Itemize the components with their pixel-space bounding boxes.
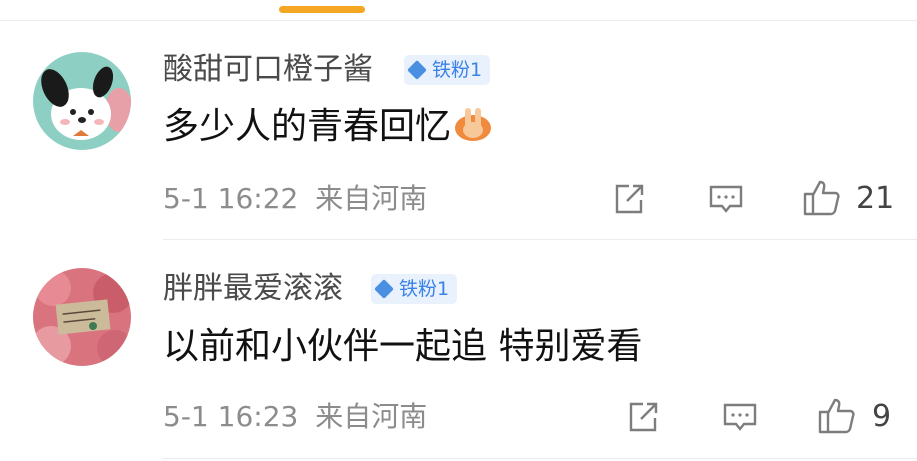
fan-badge[interactable]: 铁粉1 (371, 274, 458, 304)
comment-text-body: 以前和小伙伴一起追 特别爱看 (163, 326, 643, 367)
diamond-icon (374, 279, 394, 299)
share-icon[interactable] (609, 179, 649, 219)
comment-divider (163, 239, 917, 240)
comment-meta: 5-1 16:23 来自河南 (163, 399, 427, 435)
clapping-hands-emoji (453, 106, 493, 156)
badge-label: 铁粉1 (432, 59, 483, 81)
username[interactable]: 酸甜可口橙子酱 (163, 50, 373, 90)
badge-label: 铁粉1 (399, 278, 450, 300)
thumbs-up-icon[interactable] (817, 396, 857, 436)
share-icon[interactable] (623, 397, 663, 437)
comment-text: 以前和小伙伴一起追 特别爱看 (163, 322, 642, 372)
comment-icon[interactable] (706, 179, 746, 219)
location: 来自河南 (315, 182, 428, 215)
comment-text-body: 多少人的青春回忆 (163, 106, 452, 147)
avatar[interactable] (33, 52, 131, 150)
avatar[interactable] (33, 268, 131, 366)
thumbs-up-icon[interactable] (802, 178, 842, 218)
comment-icon[interactable] (720, 397, 760, 437)
comment-meta: 5-1 16:22 来自河南 (163, 181, 427, 217)
like-count: 9 (872, 399, 892, 434)
diamond-icon (407, 60, 427, 80)
top-divider (0, 20, 917, 21)
comment-divider (163, 458, 917, 459)
like-count: 21 (856, 181, 895, 216)
username[interactable]: 胖胖最爱滚滚 (163, 269, 343, 309)
location: 来自河南 (315, 400, 428, 433)
fan-badge[interactable]: 铁粉1 (404, 55, 491, 85)
active-tab-indicator (279, 6, 365, 13)
timestamp: 5-1 16:23 (163, 400, 299, 433)
comment-text: 多少人的青春回忆 (163, 102, 493, 156)
timestamp: 5-1 16:22 (163, 182, 299, 215)
